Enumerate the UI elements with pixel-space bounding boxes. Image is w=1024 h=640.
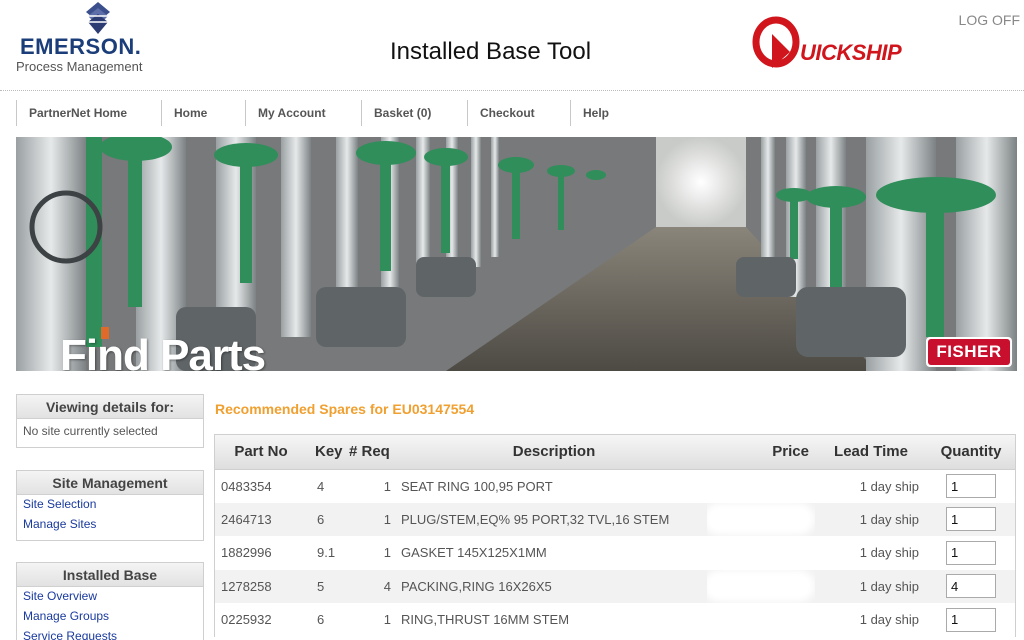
quantity-input[interactable] <box>946 540 996 565</box>
quantity-input[interactable] <box>946 574 996 599</box>
cell-description: SEAT RING 100,95 PORT <box>401 478 553 494</box>
recommended-spares-title: Recommended Spares for EU03147554 <box>215 401 475 417</box>
find-parts-banner: Find Parts FISHER <box>16 137 1017 371</box>
spares-table: Part No Key # Req Description Price Lead… <box>214 434 1016 637</box>
cell-lead-time: 1 day ship <box>815 502 927 536</box>
site-management-heading: Site Management <box>17 471 203 495</box>
col-req: # Req <box>349 435 401 470</box>
cell-description: PACKING,RING 16X26X5 <box>401 569 707 603</box>
cell-quantity <box>927 469 1015 503</box>
table-header-row: Part No Key # Req Description Price Lead… <box>215 435 1015 470</box>
quantity-input[interactable] <box>946 607 996 632</box>
col-part-no: Part No <box>215 435 307 470</box>
manage-groups-link[interactable]: Manage Groups <box>17 607 203 627</box>
fisher-badge: FISHER <box>926 337 1012 367</box>
installed-base-heading: Installed Base <box>17 563 203 587</box>
cell-part-no: 2464713 <box>215 502 307 536</box>
cell-lead-time: 1 day ship <box>815 569 927 603</box>
quantity-input[interactable] <box>946 507 996 532</box>
cell-price-redacted <box>707 502 815 536</box>
logoff-link[interactable]: LOG OFF <box>959 12 1020 28</box>
cell-key: 5 <box>307 569 349 603</box>
site-management-panel: Site Management Site Selection Manage Si… <box>16 470 204 541</box>
cell-description: GASKET 145X125X1MM <box>401 545 547 561</box>
top-nav: PartnerNet Home Home My Account Basket (… <box>16 100 650 126</box>
col-price: Price <box>707 435 815 470</box>
cell-req: 1 <box>383 478 391 494</box>
site-overview-link[interactable]: Site Overview <box>17 587 203 607</box>
cell-lead-time: 1 day ship <box>859 478 919 494</box>
service-requests-link[interactable]: Service Requests <box>17 627 203 640</box>
cell-key: 6 <box>317 612 325 628</box>
viewing-details-heading: Viewing details for: <box>17 395 203 419</box>
installed-base-panel: Installed Base Site Overview Manage Grou… <box>16 562 204 640</box>
cell-quantity <box>927 569 1015 603</box>
col-quantity: Quantity <box>927 435 1015 470</box>
col-lead-time: Lead Time <box>815 435 927 470</box>
cell-quantity <box>927 603 1015 637</box>
cell-quantity <box>927 536 1015 570</box>
cell-description: PLUG/STEM,EQ% 95 PORT,32 TVL,16 STEM <box>401 502 707 536</box>
table-row: 1882996 9.1 1 GASKET 145X125X1MM 1 day s… <box>215 536 1015 570</box>
quickship-logo: UICKSHIP <box>750 12 902 74</box>
col-key: Key <box>307 435 349 470</box>
header: EMERSON. Process Management Installed Ba… <box>0 0 1024 92</box>
page-title: Installed Base Tool <box>390 38 592 65</box>
nav-partnernet-home[interactable]: PartnerNet Home <box>16 100 161 126</box>
emerson-logo[interactable]: EMERSON. Process Management <box>16 2 156 76</box>
nav-help[interactable]: Help <box>570 100 650 126</box>
nav-home[interactable]: Home <box>161 100 245 126</box>
cell-price-redacted <box>707 469 815 503</box>
cell-part-no: 1882996 <box>221 545 272 561</box>
banner-title: Find Parts <box>60 331 266 371</box>
cell-part-no: 0225932 <box>221 612 272 628</box>
cell-part-no: 1278258 <box>215 569 307 603</box>
cell-quantity <box>927 502 1015 536</box>
cell-key: 9.1 <box>317 545 336 561</box>
col-description: Description <box>401 435 707 470</box>
emerson-diamond-icon <box>86 2 110 34</box>
cell-part-no: 0483354 <box>221 478 272 494</box>
cell-price-redacted <box>707 603 815 637</box>
site-selection-link[interactable]: Site Selection <box>17 495 203 515</box>
cell-req: 1 <box>383 612 391 628</box>
brand-name: EMERSON. <box>20 34 142 59</box>
quantity-input[interactable] <box>946 474 996 498</box>
fisher-badge-text: FISHER <box>928 339 1010 365</box>
nav-checkout[interactable]: Checkout <box>467 100 570 126</box>
quickship-text: UICKSHIP <box>800 40 902 65</box>
nav-basket[interactable]: Basket (0) <box>361 100 467 126</box>
cell-lead-time: 1 day ship <box>859 545 919 561</box>
cell-req: 1 <box>383 545 391 561</box>
cell-price-redacted <box>707 536 815 570</box>
cell-key: 6 <box>307 502 349 536</box>
table-row: 1278258 5 4 PACKING,RING 16X26X5 1 day s… <box>215 569 1015 603</box>
viewing-details-text: No site currently selected <box>23 424 158 438</box>
table-row: 0225932 6 1 RING,THRUST 16MM STEM 1 day … <box>215 603 1015 637</box>
cell-description: RING,THRUST 16MM STEM <box>401 612 570 628</box>
manage-sites-link[interactable]: Manage Sites <box>17 515 203 535</box>
table-row: 0483354 4 1 SEAT RING 100,95 PORT 1 day … <box>215 469 1015 503</box>
header-divider <box>0 90 1024 91</box>
table-row: 2464713 6 1 PLUG/STEM,EQ% 95 PORT,32 TVL… <box>215 502 1015 536</box>
nav-my-account[interactable]: My Account <box>245 100 361 126</box>
cell-lead-time: 1 day ship <box>859 612 919 628</box>
viewing-details-panel: Viewing details for: No site currently s… <box>16 394 204 448</box>
brand-subtitle: Process Management <box>16 59 143 74</box>
cell-req: 4 <box>349 569 401 603</box>
cell-key: 4 <box>317 478 325 494</box>
cell-req: 1 <box>349 502 401 536</box>
cell-price-redacted <box>707 569 815 603</box>
